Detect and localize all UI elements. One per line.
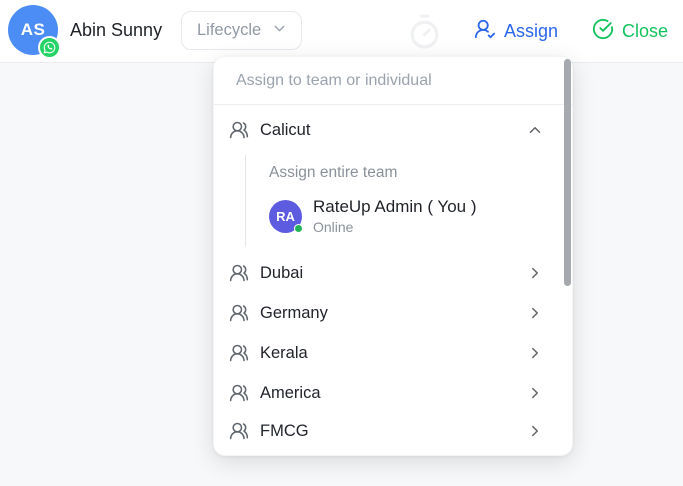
team-row-kerala[interactable]: Kerala [214, 333, 572, 373]
chevron-right-icon [526, 422, 544, 440]
member-row[interactable]: RA RateUp Admin ( You ) Online [269, 197, 572, 235]
team-name: Germany [260, 303, 328, 322]
team-members-section: Assign entire team RA RateUp Admin ( You… [245, 155, 572, 247]
chevron-up-icon [526, 121, 544, 139]
dropdown-scrollbar[interactable] [564, 59, 571, 286]
team-row-america[interactable]: America [214, 373, 572, 413]
users-icon [229, 303, 249, 323]
chevron-right-icon [526, 264, 544, 282]
assign-label: Assign [504, 21, 559, 41]
team-name: FMCG [260, 421, 309, 440]
assign-button[interactable]: Assign [474, 0, 558, 63]
contact-name: Abin Sunny [70, 20, 163, 40]
avatar-initials: AS [20, 20, 46, 39]
user-check-icon [474, 18, 496, 45]
team-name: Kerala [260, 343, 308, 362]
team-name: Dubai [260, 263, 304, 282]
users-icon [229, 263, 249, 283]
member-initials: RA [276, 208, 295, 224]
assign-dropdown-panel: Calicut Assign entire team RA RateUp Adm… [213, 56, 573, 456]
users-icon [229, 120, 249, 140]
member-status: Online [313, 219, 354, 235]
check-circle-icon [592, 18, 614, 45]
online-status-dot [294, 223, 303, 233]
team-row-germany[interactable]: Germany [214, 293, 572, 333]
member-avatar: RA [269, 199, 303, 233]
team-name: America [260, 383, 321, 402]
member-name: RateUp Admin ( You ) [313, 197, 477, 216]
assign-entire-team-option[interactable]: Assign entire team [269, 164, 572, 182]
users-icon [229, 383, 249, 403]
team-row-calicut[interactable]: Calicut [214, 105, 572, 155]
team-row-fmcg[interactable]: FMCG [214, 413, 572, 449]
users-icon [229, 343, 249, 363]
chevron-right-icon [526, 384, 544, 402]
close-button[interactable]: Close [592, 0, 668, 63]
chevron-right-icon [526, 304, 544, 322]
lifecycle-dropdown[interactable]: Lifecycle [181, 11, 303, 50]
timer-icon[interactable] [406, 13, 443, 50]
assign-search-input[interactable] [214, 57, 572, 105]
users-icon [229, 421, 249, 441]
team-row-dubai[interactable]: Dubai [214, 253, 572, 293]
lifecycle-label: Lifecycle [197, 21, 262, 39]
close-label: Close [622, 21, 669, 41]
chevron-down-icon [271, 20, 288, 42]
avatar[interactable]: AS [8, 5, 61, 59]
conversation-header: AS Abin Sunny Lifecycle Assign Close [0, 0, 683, 63]
chevron-right-icon [526, 344, 544, 362]
team-name: Calicut [260, 120, 311, 139]
whatsapp-icon [38, 36, 61, 59]
